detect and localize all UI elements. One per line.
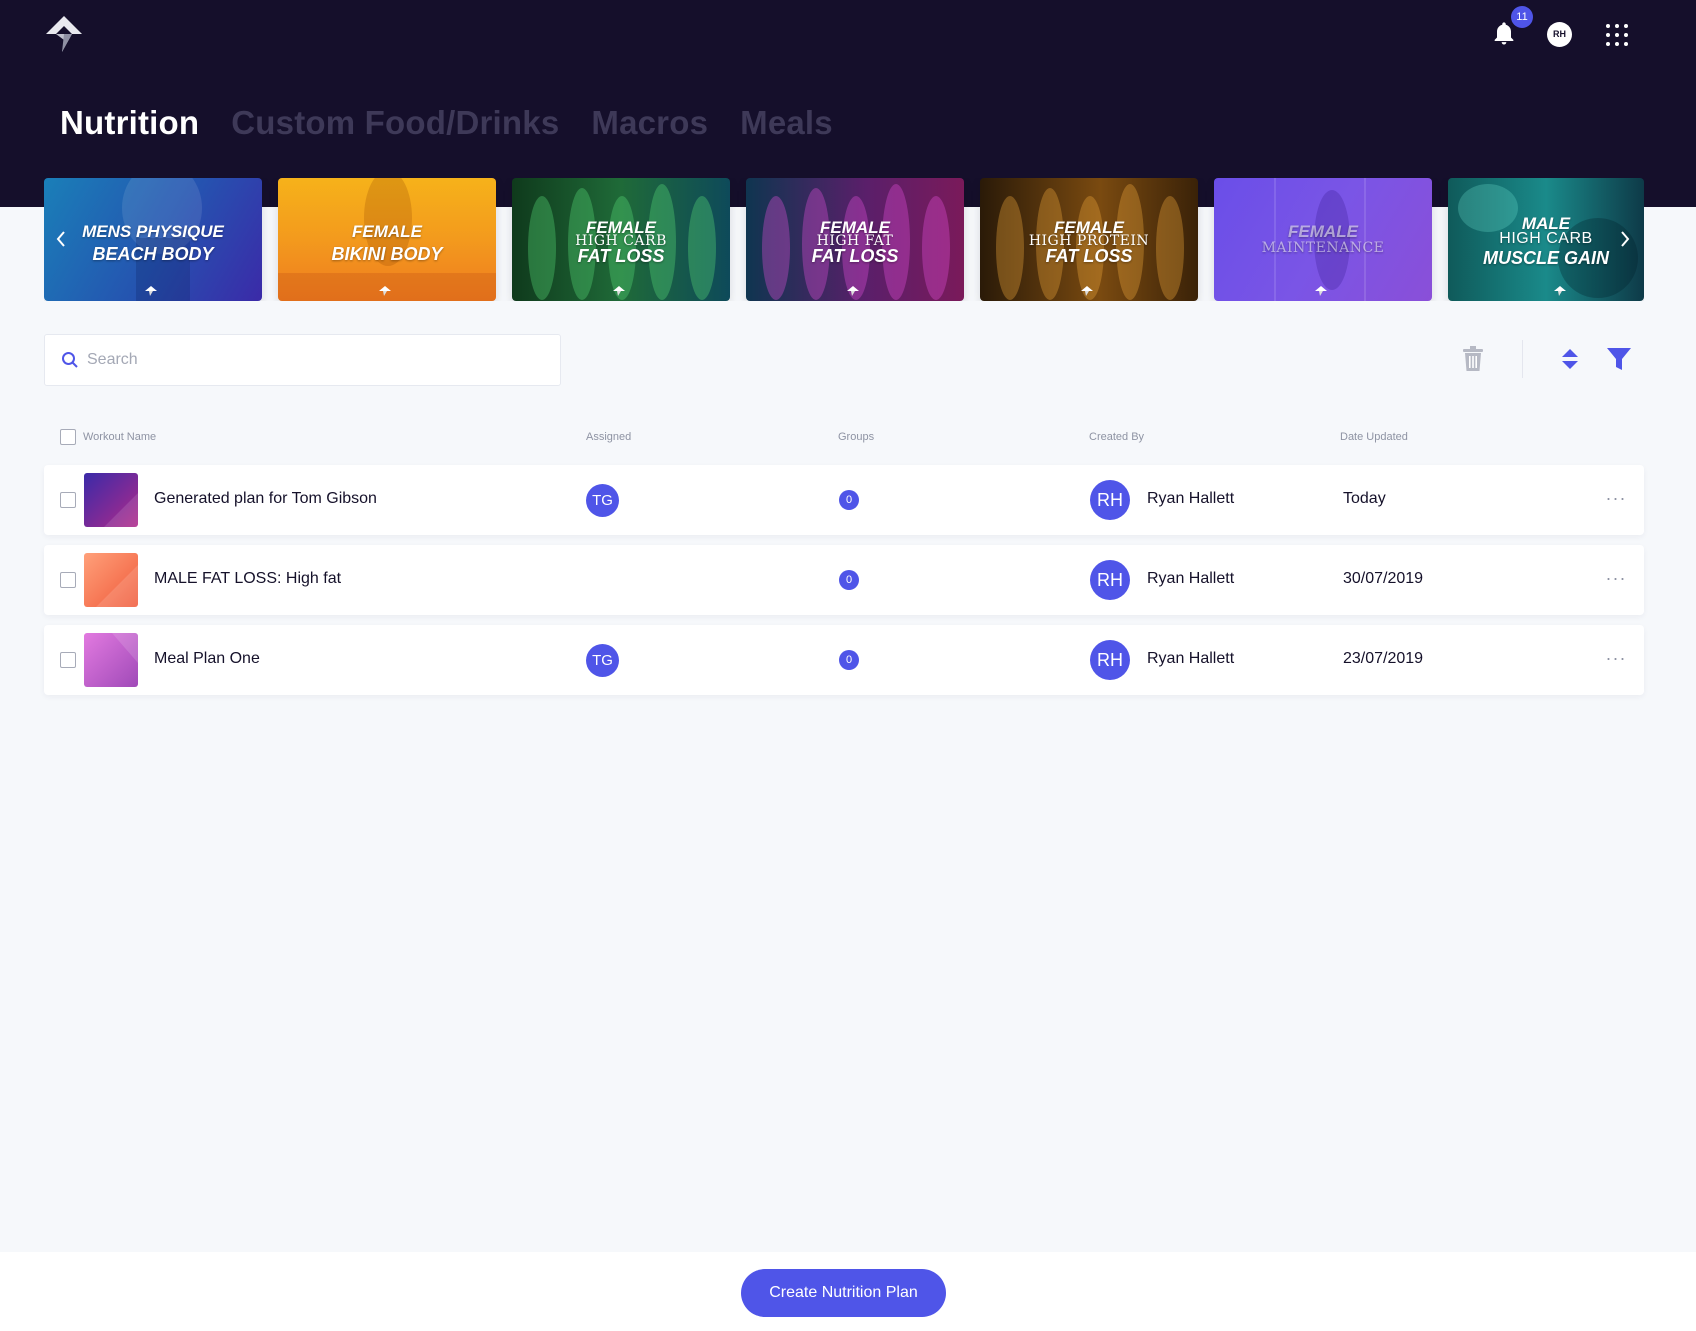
notification-count-badge: 11 xyxy=(1511,6,1533,28)
creator-avatar: RH xyxy=(1090,560,1130,600)
plan-name[interactable]: Generated plan for Tom Gibson xyxy=(154,490,377,508)
creator-name: Ryan Hallett xyxy=(1147,490,1235,507)
tab-macros[interactable]: Macros xyxy=(591,104,708,142)
card-title-line3: MAINTENANCE xyxy=(1261,240,1385,256)
tab-custom-food-drinks[interactable]: Custom Food/Drinks xyxy=(231,104,559,142)
column-header-groups[interactable]: Groups xyxy=(838,431,874,443)
template-card-female-high-carb[interactable]: FEMALE HIGH CARB FAT LOSS xyxy=(512,178,730,301)
groups-count-badge[interactable]: 0 xyxy=(839,490,859,510)
grid-dots-icon[interactable] xyxy=(1606,24,1628,46)
chevron-right-icon[interactable] xyxy=(1616,228,1634,250)
card-title-line2: HIGH CARB xyxy=(1499,230,1593,247)
card-title-line1: FEMALE xyxy=(352,222,422,241)
mini-logo-icon xyxy=(145,286,157,296)
sort-icon[interactable] xyxy=(1560,347,1580,371)
card-title-line3: BIKINI BODY xyxy=(331,244,443,264)
mini-logo-icon xyxy=(1315,286,1327,296)
column-header-created-by[interactable]: Created By xyxy=(1089,431,1144,443)
template-card-female-high-protein[interactable]: FEMALE HIGH PROTEIN FAT LOSS xyxy=(980,178,1198,301)
tab-meals[interactable]: Meals xyxy=(740,104,833,142)
creator-avatar: RH xyxy=(1090,480,1130,520)
plan-thumbnail xyxy=(84,553,138,607)
date-updated: 30/07/2019 xyxy=(1343,570,1424,587)
card-title-line3: FAT LOSS xyxy=(811,246,899,266)
groups-count-badge[interactable]: 0 xyxy=(839,570,859,590)
assigned-avatar[interactable]: TG xyxy=(586,484,619,517)
card-title-line3: FAT LOSS xyxy=(577,246,665,266)
table-row[interactable]: Generated plan for Tom Gibson TG 0 RH Ry… xyxy=(44,465,1644,535)
groups-count-badge[interactable]: 0 xyxy=(839,650,859,670)
card-title-line1: MENS PHYSIQUE xyxy=(82,222,224,241)
more-options-icon[interactable]: ··· xyxy=(1602,566,1630,590)
row-checkbox[interactable] xyxy=(60,652,76,668)
search-icon xyxy=(62,352,78,368)
table-header: Workout Name Assigned Groups Created By … xyxy=(44,426,1644,448)
card-title-line3: MUSCLE GAIN xyxy=(1483,248,1609,268)
create-nutrition-plan-button[interactable]: Create Nutrition Plan xyxy=(741,1269,946,1317)
date-updated: Today xyxy=(1343,490,1386,507)
column-header-date-updated[interactable]: Date Updated xyxy=(1340,431,1408,443)
trash-icon[interactable] xyxy=(1462,346,1484,372)
toolbar-divider xyxy=(1522,340,1523,378)
template-carousel: MENS PHYSIQUE BEACH BODY FEMALE BIKINI B… xyxy=(44,178,1644,301)
date-updated: 23/07/2019 xyxy=(1343,650,1424,667)
chevron-left-icon[interactable] xyxy=(52,228,70,250)
more-options-icon[interactable]: ··· xyxy=(1602,646,1630,670)
arrow-logo-icon[interactable] xyxy=(44,14,84,54)
row-checkbox[interactable] xyxy=(60,492,76,508)
tab-nutrition[interactable]: Nutrition xyxy=(60,104,199,142)
mini-logo-icon xyxy=(1554,286,1566,296)
column-header-name[interactable]: Workout Name xyxy=(83,431,156,443)
template-card-female-bikini[interactable]: FEMALE BIKINI BODY xyxy=(278,178,496,301)
template-card-mens-physique[interactable]: MENS PHYSIQUE BEACH BODY xyxy=(44,178,262,301)
mini-logo-icon xyxy=(847,286,859,296)
column-header-assigned[interactable]: Assigned xyxy=(586,431,631,443)
plan-thumbnail xyxy=(84,633,138,687)
table-row[interactable]: Meal Plan One TG 0 RH Ryan Hallett 23/07… xyxy=(44,625,1644,695)
section-tabs: Nutrition Custom Food/Drinks Macros Meal… xyxy=(60,104,833,142)
mini-logo-icon xyxy=(613,286,625,296)
plan-name[interactable]: MALE FAT LOSS: High fat xyxy=(154,570,341,588)
assigned-avatar[interactable]: TG xyxy=(586,644,619,677)
filter-icon[interactable] xyxy=(1606,346,1632,372)
creator-name: Ryan Hallett xyxy=(1147,650,1235,667)
search-field[interactable] xyxy=(44,334,561,386)
template-card-female-high-fat[interactable]: FEMALE HIGH FAT FAT LOSS xyxy=(746,178,964,301)
row-checkbox[interactable] xyxy=(60,572,76,588)
table-row[interactable]: MALE FAT LOSS: High fat 0 RH Ryan Hallet… xyxy=(44,545,1644,615)
plan-thumbnail xyxy=(84,473,138,527)
card-title-line1: FEMALE xyxy=(1288,222,1358,241)
mini-logo-icon xyxy=(1081,286,1093,296)
mini-logo-icon xyxy=(379,286,391,296)
user-avatar[interactable]: RH xyxy=(1547,22,1572,47)
search-input[interactable] xyxy=(87,351,507,369)
card-title-line3: FAT LOSS xyxy=(1045,246,1133,266)
creator-name: Ryan Hallett xyxy=(1147,570,1235,587)
plan-name[interactable]: Meal Plan One xyxy=(154,650,260,668)
select-all-checkbox[interactable] xyxy=(60,429,76,445)
creator-avatar: RH xyxy=(1090,640,1130,680)
template-card-female-maintenance[interactable]: FEMALE MAINTENANCE xyxy=(1214,178,1432,301)
card-title-line3: BEACH BODY xyxy=(92,244,214,264)
more-options-icon[interactable]: ··· xyxy=(1602,486,1630,510)
template-card-male-muscle-gain[interactable]: MALE HIGH CARB MUSCLE GAIN xyxy=(1448,178,1644,301)
